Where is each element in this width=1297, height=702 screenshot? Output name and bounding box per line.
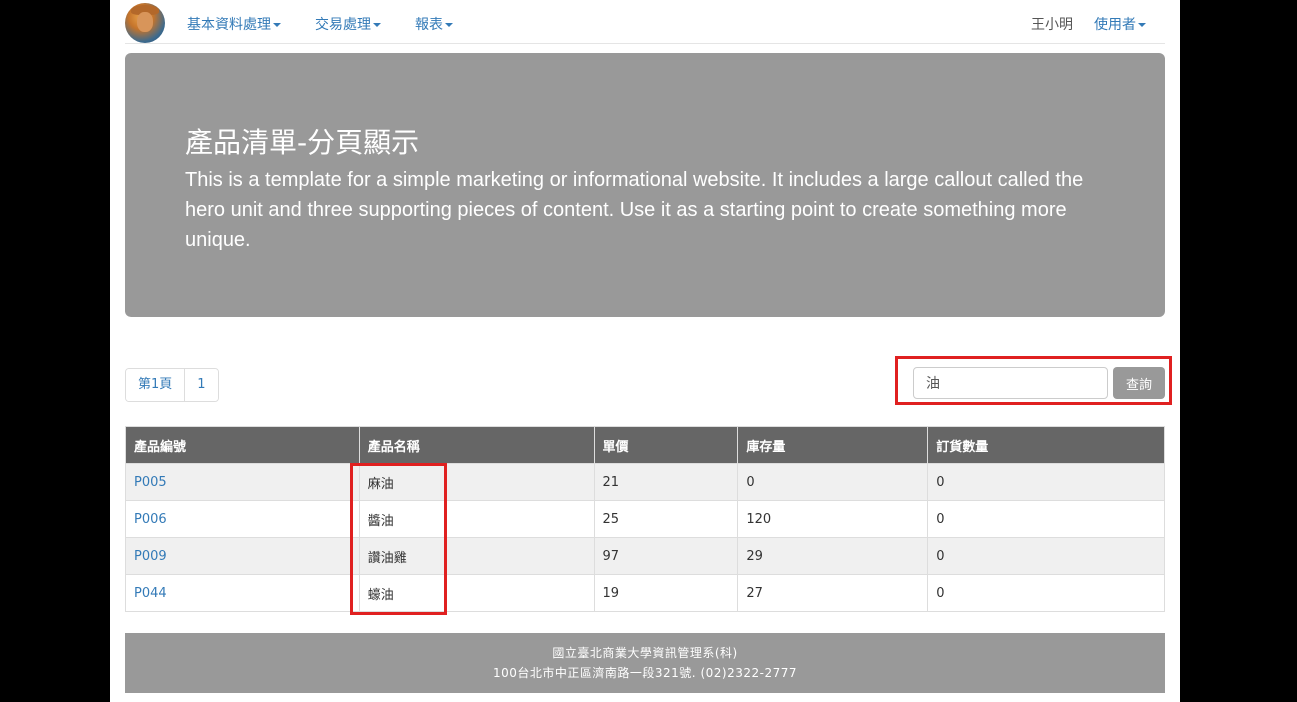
cell-product-id: P044 xyxy=(125,574,360,612)
cell-product-id: P009 xyxy=(125,537,360,575)
nav-menu-transactions[interactable]: 交易處理 xyxy=(315,14,381,34)
cell-product-id: P005 xyxy=(125,463,360,501)
table-header-row: 產品編號 產品名稱 單價 庫存量 訂貨數量 xyxy=(125,426,1165,464)
hero-unit: 產品清單-分頁顯示 This is a template for a simpl… xyxy=(125,53,1165,317)
caret-down-icon xyxy=(273,23,281,27)
column-header-product-id: 產品編號 xyxy=(125,426,360,464)
column-header-order-qty: 訂貨數量 xyxy=(927,426,1165,464)
product-table: 產品編號 產品名稱 單價 庫存量 訂貨數量 P005 麻油 21 0 0 P00… xyxy=(125,426,1165,612)
navbar: 基本資料處理 交易處理 報表 王小明 使用者 xyxy=(125,0,1165,44)
cell-product-id: P006 xyxy=(125,500,360,538)
cell-order-qty: 0 xyxy=(927,537,1165,575)
cell-price: 25 xyxy=(593,500,739,538)
product-id-link[interactable]: P009 xyxy=(134,549,167,564)
table-row: P006 醬油 25 120 0 xyxy=(125,500,1165,538)
cell-stock: 27 xyxy=(737,574,929,612)
user-menu-label: 使用者 xyxy=(1094,17,1136,33)
product-id-link[interactable]: P044 xyxy=(134,586,167,601)
footer-address: 100台北市中正區濟南路一段321號. (02)2322-2777 xyxy=(493,666,797,680)
column-header-product-name: 產品名稱 xyxy=(358,426,595,464)
username: 王小明 xyxy=(1031,17,1073,33)
footer-institution: 國立臺北商業大學資訊管理系(科) xyxy=(552,646,738,660)
page: 基本資料處理 交易處理 報表 王小明 使用者 產品清單-分頁顯示 This is… xyxy=(110,0,1180,702)
caret-down-icon xyxy=(445,23,453,27)
nav-menu-basic-data-label: 基本資料處理 xyxy=(187,17,271,33)
search-button[interactable]: 查詢 xyxy=(1113,367,1165,399)
column-header-price: 單價 xyxy=(593,426,739,464)
product-id-link[interactable]: P005 xyxy=(134,475,167,490)
column-header-stock: 庫存量 xyxy=(737,426,929,464)
cell-order-qty: 0 xyxy=(927,500,1165,538)
search-input[interactable] xyxy=(913,367,1108,399)
user-menu[interactable]: 使用者 xyxy=(1094,14,1146,34)
avatar[interactable] xyxy=(125,3,165,43)
footer: 國立臺北商業大學資訊管理系(科) 100台北市中正區濟南路一段321號. (02… xyxy=(125,633,1165,693)
cell-stock: 120 xyxy=(737,500,929,538)
table-row: P009 讚油雞 97 29 0 xyxy=(125,537,1165,575)
caret-down-icon xyxy=(373,23,381,27)
cell-product-name: 麻油 xyxy=(358,463,595,501)
cell-stock: 29 xyxy=(737,537,929,575)
cell-product-name: 讚油雞 xyxy=(358,537,595,575)
table-row: P005 麻油 21 0 0 xyxy=(125,463,1165,501)
pagination-current-page[interactable]: 第1頁 xyxy=(126,369,185,401)
table-row: P044 蠔油 19 27 0 xyxy=(125,574,1165,612)
cell-price: 97 xyxy=(593,537,739,575)
nav-menu-basic-data[interactable]: 基本資料處理 xyxy=(187,14,281,34)
cell-stock: 0 xyxy=(737,463,929,501)
pagination-page-1[interactable]: 1 xyxy=(184,369,218,401)
nav-menu-transactions-label: 交易處理 xyxy=(315,17,371,33)
cell-product-name: 蠔油 xyxy=(358,574,595,612)
nav-menu-reports-label: 報表 xyxy=(415,17,443,33)
cell-order-qty: 0 xyxy=(927,463,1165,501)
hero-description: This is a template for a simple marketin… xyxy=(185,169,1084,251)
cell-order-qty: 0 xyxy=(927,574,1165,612)
product-id-link[interactable]: P006 xyxy=(134,512,167,527)
cell-product-name: 醬油 xyxy=(358,500,595,538)
avatar-face-shape xyxy=(137,12,153,32)
nav-menu-reports[interactable]: 報表 xyxy=(415,14,453,34)
cell-price: 19 xyxy=(593,574,739,612)
page-title: 產品清單-分頁顯示 xyxy=(185,126,420,159)
pagination: 第1頁 1 xyxy=(125,368,219,402)
caret-down-icon xyxy=(1138,23,1146,27)
cell-price: 21 xyxy=(593,463,739,501)
